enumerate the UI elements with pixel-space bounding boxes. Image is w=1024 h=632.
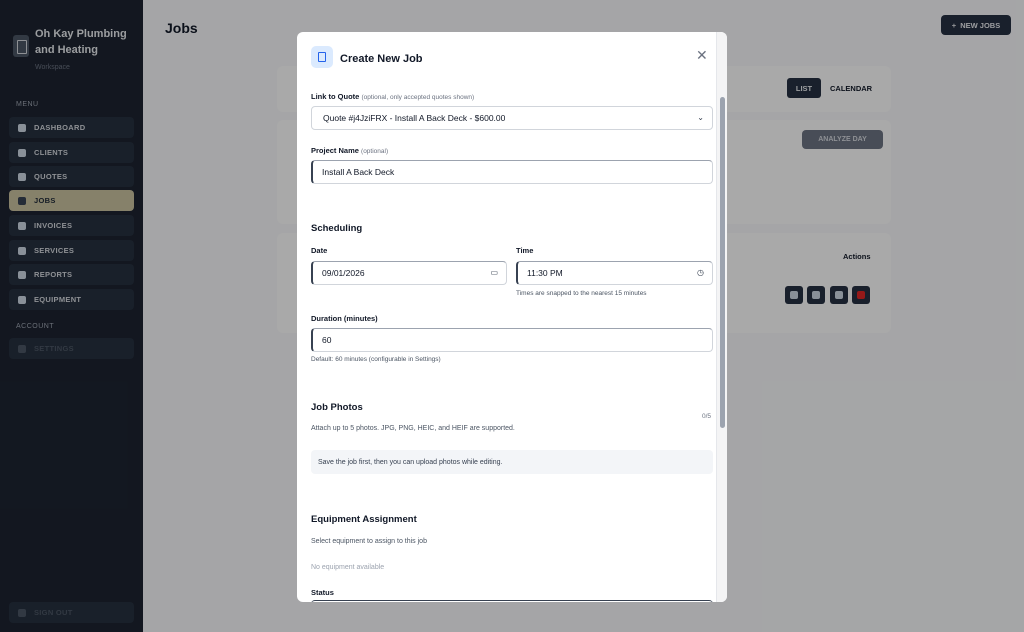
time-input[interactable]: 11:30 PM ◷ [516, 261, 713, 285]
time-value: 11:30 PM [527, 268, 563, 278]
status-select[interactable] [311, 600, 713, 602]
equipment-description: Select equipment to assign to this job [311, 538, 427, 545]
quote-select-value: Quote #j4JziFRX - Install A Back Deck - … [323, 113, 506, 123]
link-quote-label-text: Link to Quote [311, 92, 360, 101]
photos-info-box: Save the job first, then you can upload … [311, 450, 713, 474]
photo-count: 0/5 [702, 413, 712, 420]
link-quote-label: Link to Quote (optional, only accepted q… [311, 92, 474, 101]
no-equipment-text: No equipment available [311, 564, 385, 571]
project-name-value: Install A Back Deck [322, 167, 395, 177]
project-name-label: Project Name (optional) [311, 146, 388, 155]
time-label: Time [516, 246, 534, 255]
duration-label: Duration (minutes) [311, 314, 378, 323]
quote-select[interactable]: Quote #j4JziFRX - Install A Back Deck - … [311, 106, 713, 130]
clipboard-icon [311, 46, 333, 68]
create-job-modal: Create New Job ✕ Link to Quote (optional… [297, 32, 727, 602]
chevron-down-icon: ⌄ [697, 113, 704, 122]
equipment-assignment-heading: Equipment Assignment [311, 514, 417, 525]
scrollbar-thumb[interactable] [720, 97, 725, 428]
project-name-label-text: Project Name [311, 146, 359, 155]
photos-info-text: Save the job first, then you can upload … [318, 458, 503, 466]
date-label: Date [311, 246, 328, 255]
duration-input[interactable]: 60 [311, 328, 713, 352]
photos-description: Attach up to 5 photos. JPG, PNG, HEIC, a… [311, 425, 515, 432]
link-quote-hint: (optional, only accepted quotes shown) [361, 94, 475, 101]
project-name-input[interactable]: Install A Back Deck [311, 160, 713, 184]
project-name-hint: (optional) [361, 148, 389, 155]
duration-value: 60 [322, 335, 332, 345]
date-input[interactable]: 09/01/2026 ▭ [311, 261, 507, 285]
modal-title: Create New Job [340, 53, 423, 65]
close-icon[interactable]: ✕ [696, 47, 708, 64]
scheduling-heading: Scheduling [311, 223, 363, 234]
date-value: 09/01/2026 [322, 268, 365, 278]
modal-scrollbar[interactable] [716, 32, 727, 602]
clock-icon[interactable]: ◷ [697, 268, 704, 277]
calendar-icon[interactable]: ▭ [490, 268, 498, 277]
job-photos-heading: Job Photos [311, 402, 363, 413]
status-label: Status [311, 588, 334, 597]
time-snap-note: Times are snapped to the nearest 15 minu… [516, 290, 647, 297]
duration-default-note: Default: 60 minutes (configurable in Set… [311, 356, 441, 363]
